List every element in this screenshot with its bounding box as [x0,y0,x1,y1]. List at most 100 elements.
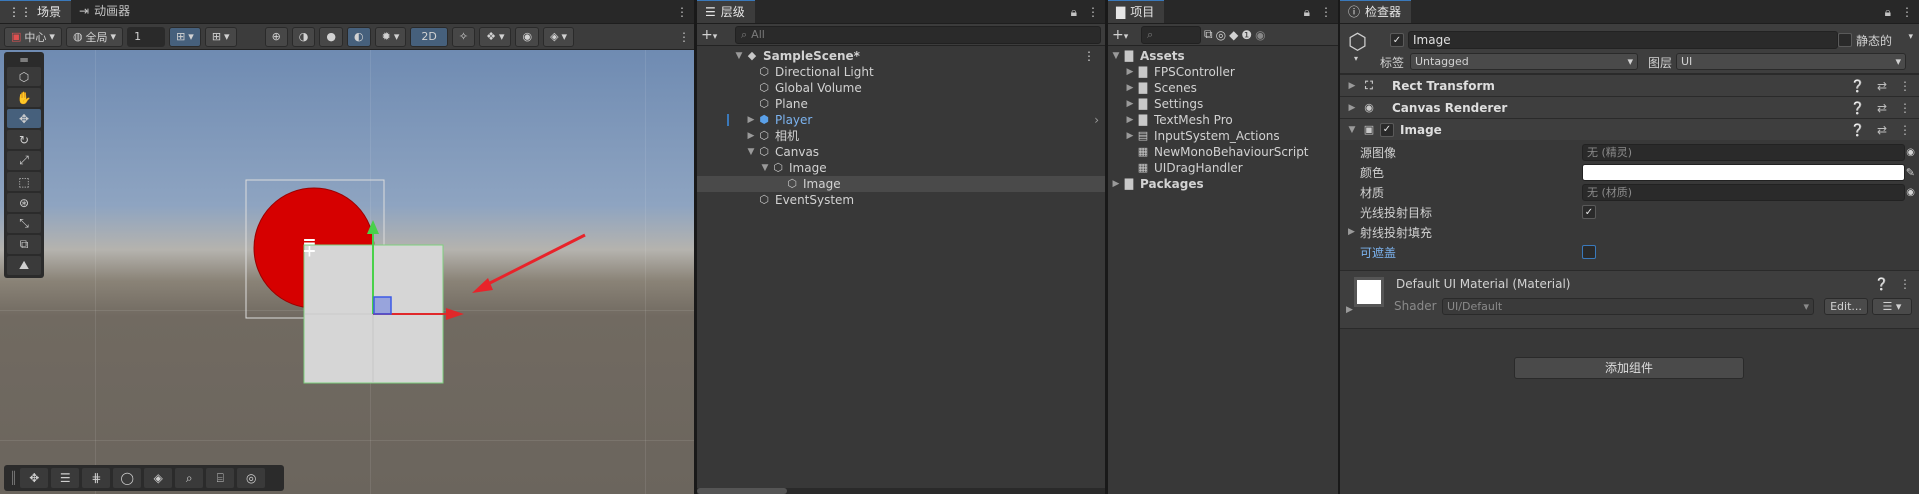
component-image[interactable]: ▼ ▣ ✓ Image ❔ ⇄ ⋮ [1340,118,1919,140]
lock-icon[interactable]: 🔒︎ [1304,5,1310,20]
expand-arrow-icon[interactable]: ▼ [1346,125,1358,135]
snap-increment-input[interactable]: 1 [127,26,166,47]
component-canvas-renderer[interactable]: ▶ ◉ Canvas Renderer ❔ ⇄ ⋮ [1340,96,1919,118]
move-tool-icon[interactable]: ✥ [7,109,41,128]
camera-icon[interactable]: ⌸ [206,468,235,488]
layers-overlay-icon[interactable]: ◈ [144,468,173,488]
project-search-input[interactable]: ⌕ [1141,25,1201,44]
maskable-checkbox[interactable] [1582,245,1596,259]
hierarchy-item-selected[interactable]: ⬡ Image [697,176,1105,192]
more-menu-icon[interactable]: ⋮ [1899,123,1911,137]
splitter[interactable] [1105,0,1108,494]
expand-arrow-icon[interactable]: ▶ [745,112,757,128]
hierarchy-item[interactable]: ⬡ Directional Light [697,64,1105,80]
more-menu-icon[interactable]: ⋮ [1899,101,1911,115]
object-picker-icon[interactable]: ◉ [1906,147,1915,158]
more-menu-icon[interactable]: ⋮ [1320,5,1332,19]
tab-hierarchy[interactable]: ☰ 层级 [697,0,755,23]
expand-arrow-icon[interactable]: ▶ [1124,80,1136,96]
material-field[interactable]: 无 (材质) [1582,183,1905,201]
component-rect-transform[interactable]: ▶ ⛶ Rect Transform ❔ ⇄ ⋮ [1340,74,1919,96]
active-checkbox[interactable]: ✓ [1390,33,1404,47]
project-item[interactable]: ▶ ▇ TextMesh Pro [1108,112,1338,128]
draw-mode-button[interactable]: ✹ ▾ [374,26,407,47]
chevron-right-icon[interactable]: › [1094,112,1099,128]
expand-arrow-icon[interactable]: ▶ [1124,128,1136,144]
more-menu-icon[interactable]: ⋮ [1083,48,1095,64]
color-field[interactable] [1582,163,1905,181]
hierarchy-item[interactable]: ▼ ⬡ Image [697,160,1105,176]
more-menu-icon[interactable]: ⋮ [676,5,688,19]
shading-wireframe-button[interactable]: ⊕ [264,26,288,47]
tab-project[interactable]: ▇ 项目 [1108,0,1165,23]
tag-dropdown[interactable]: Untagged ▾ [1410,53,1638,70]
type-filter-icon[interactable]: ◎ [1216,28,1226,42]
hierarchy-item[interactable]: ▼ ⬡ Canvas [697,144,1105,160]
raycast-target-checkbox[interactable]: ✓ [1582,205,1596,219]
expand-arrow-icon[interactable]: ▶ [1346,103,1358,113]
hierarchy-item[interactable]: ▶ ⬡ 相机 [697,128,1105,144]
hierarchy-item[interactable]: ⬡ Plane [697,96,1105,112]
space-dropdown[interactable]: ◍ 全局 ▾ [65,26,124,47]
source-image-field[interactable]: 无 (精灵) [1582,143,1905,161]
hand-tool-icon[interactable]: ✋ [7,88,41,107]
tab-scene[interactable]: ⋮⋮ 场景 [0,0,72,23]
expand-arrow-icon[interactable]: ▶ [1348,227,1355,237]
shader-dropdown[interactable]: UI/Default ▾ [1442,298,1814,315]
shader-edit-button[interactable]: Edit... [1824,298,1868,315]
lock-icon[interactable]: 🔒︎ [1071,5,1077,20]
drag-handle-icon[interactable]: ║ [10,471,17,485]
static-dropdown-icon[interactable]: ▾ [1908,32,1913,42]
expand-arrow-icon[interactable]: ▶ [745,128,757,144]
grid-toggle-button[interactable]: ⊞ ▾ [204,26,237,47]
move-pivot-icon[interactable]: ✥ [20,468,49,488]
expand-arrow-icon[interactable]: ▶ [1124,64,1136,80]
pivot-dropdown[interactable]: ▣ 中心 ▾ [4,26,62,47]
visibility-button[interactable]: ◉ [515,26,540,47]
layer-dropdown[interactable]: UI ▾ [1676,53,1906,70]
custom-tool-icon[interactable]: ⤡ [7,214,41,233]
more-menu-icon[interactable]: ⋮ [1899,79,1911,93]
transform-tool-icon[interactable]: ⊛ [7,193,41,212]
lock-icon[interactable]: 🔒︎ [1885,5,1891,20]
help-icon[interactable]: ❔ [1874,277,1889,291]
horizontal-scrollbar[interactable] [697,488,1105,494]
hierarchy-search-input[interactable]: ⌕ All [735,25,1101,44]
splitter[interactable] [1338,0,1340,494]
project-item[interactable]: ▶ ▇ FPSController [1108,64,1338,80]
search-icon[interactable]: ⌕ [175,468,204,488]
tab-animator[interactable]: ⇥ 动画器 [71,0,140,23]
expand-arrow-icon[interactable]: ▶ [1346,81,1358,91]
preset-icon[interactable]: ⇄ [1877,101,1887,115]
info-icon[interactable]: ❶ [1241,28,1252,42]
splitter[interactable] [694,0,697,494]
project-packages-row[interactable]: ▶ ▇ Packages [1108,176,1338,192]
project-item[interactable]: ▶ ▤ InputSystem_Actions [1108,128,1338,144]
project-assets-row[interactable]: ▼ ▇ Assets [1108,48,1338,64]
object-picker-icon[interactable]: ◉ [1906,187,1915,198]
tab-inspector[interactable]: ⓘ 检查器 [1340,0,1412,23]
expand-arrow-icon[interactable]: ▶ [1124,96,1136,112]
rect-tool-icon[interactable]: ⬚ [7,172,41,191]
expand-arrow-icon[interactable]: ▶ [1110,176,1122,192]
component-tool-icon[interactable]: ⧉ [7,235,41,254]
rotate-tool-icon[interactable]: ↻ [7,130,41,149]
eyedropper-icon[interactable]: ✎ [1906,166,1915,179]
static-checkbox[interactable] [1838,33,1852,47]
view-options-icon[interactable]: ⬡ [7,67,41,86]
project-item[interactable]: ▶ ▇ Scenes [1108,80,1338,96]
shading-shaded-wire-button[interactable]: ◑ [291,26,316,47]
add-object-button[interactable]: +▾ [701,27,731,43]
shader-options-dropdown[interactable]: ☰ ▾ [1872,298,1912,315]
shading-unlit-button[interactable]: ● [319,26,344,47]
image-enabled-checkbox[interactable]: ✓ [1380,122,1394,137]
hierarchy-item[interactable]: ⬡ EventSystem [697,192,1105,208]
layers-button[interactable]: ◈ ▾ [543,26,575,47]
scene-viewport[interactable]: ⩱ [0,50,694,494]
scale-tool-icon[interactable]: ⤢ [7,151,41,170]
help-icon[interactable]: ❔ [1850,101,1865,115]
help-icon[interactable]: ❔ [1850,79,1865,93]
label-icon[interactable]: ◆ [1229,28,1238,42]
expand-arrow-icon[interactable]: ▼ [759,160,771,176]
hierarchy-item-player[interactable]: ▶ ⬢ Player › [697,112,1105,128]
